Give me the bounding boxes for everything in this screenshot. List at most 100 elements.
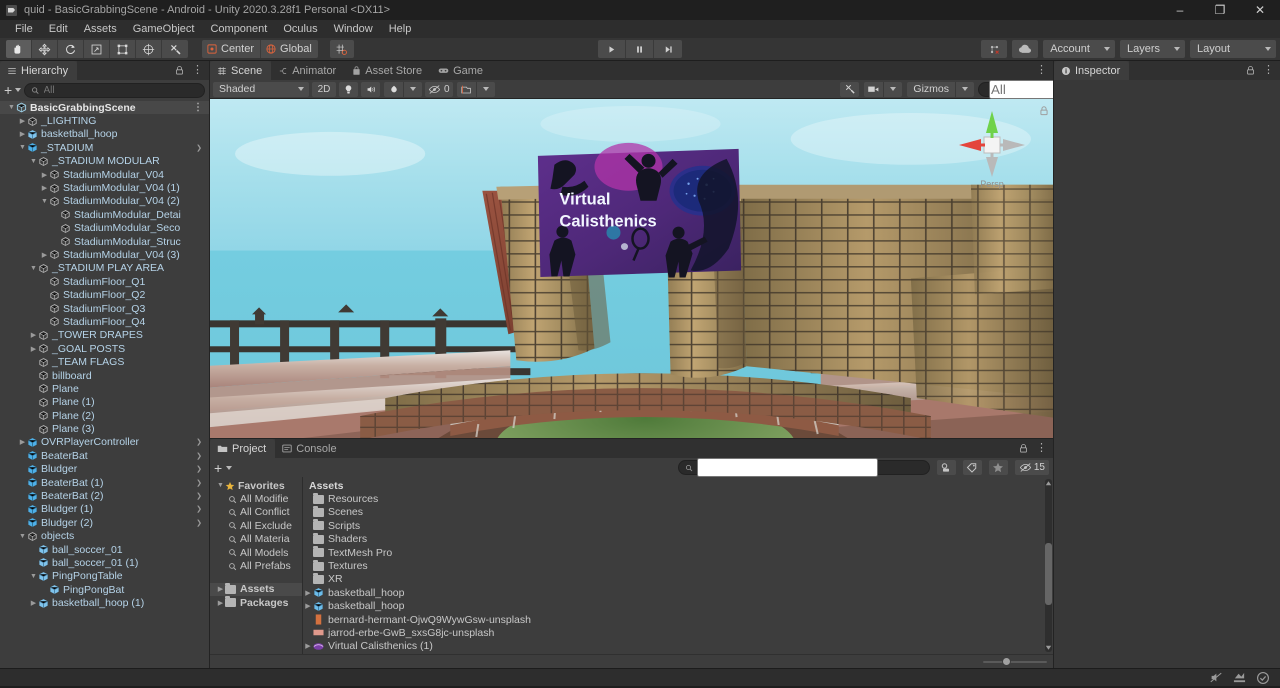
- lock-icon[interactable]: [1018, 443, 1029, 454]
- menu-assets[interactable]: Assets: [76, 20, 125, 38]
- tab-scene[interactable]: Scene: [210, 61, 272, 80]
- scene-lighting-button[interactable]: [339, 81, 358, 97]
- hierarchy-item[interactable]: ▶ _GOAL POSTS: [0, 342, 209, 355]
- asset-row[interactable]: Scenes: [303, 505, 1053, 519]
- scene-orientation-gizmo[interactable]: Persp: [955, 107, 1029, 189]
- hierarchy-expand-arrow[interactable]: ▶: [29, 345, 38, 353]
- asset-row[interactable]: TextMesh Pro: [303, 546, 1053, 559]
- scene-gizmo-lock-icon[interactable]: [1039, 105, 1049, 117]
- cloud-button[interactable]: [1012, 40, 1039, 58]
- favorites-root[interactable]: ▼ Favorites: [210, 479, 302, 492]
- snap-increment-button[interactable]: [329, 40, 354, 58]
- tab-hierarchy[interactable]: Hierarchy: [0, 61, 78, 80]
- close-button[interactable]: ✕: [1240, 0, 1280, 20]
- hierarchy-item[interactable]: ▶ OVRPlayerController ❯: [0, 436, 209, 449]
- hierarchy-item[interactable]: PingPongBat: [0, 583, 209, 596]
- hierarchy-item[interactable]: Plane (1): [0, 396, 209, 409]
- step-button[interactable]: [654, 40, 682, 58]
- project-tree-root[interactable]: ▶ Assets: [210, 582, 302, 597]
- gizmos-button[interactable]: Gizmos: [907, 81, 955, 97]
- tab-game[interactable]: Game: [431, 61, 493, 80]
- project-filter-label-button[interactable]: [962, 460, 982, 475]
- scene-menu-icon[interactable]: ⋮: [1036, 65, 1047, 76]
- hierarchy-expand-arrow[interactable]: ▼: [29, 573, 38, 580]
- asset-expand-arrow[interactable]: ▶: [303, 602, 313, 610]
- hierarchy-item[interactable]: ▶ basketball_hoop: [0, 128, 209, 141]
- tab-console[interactable]: Console: [275, 439, 346, 458]
- asset-row[interactable]: bernard-hermant-OjwQ9WywGsw-unsplash: [303, 613, 1053, 626]
- favorite-item[interactable]: All Conflict: [210, 506, 302, 519]
- favorite-item[interactable]: All Materia: [210, 533, 302, 546]
- asset-expand-arrow[interactable]: ▶: [303, 642, 313, 650]
- hierarchy-expand-arrow[interactable]: ▶: [40, 251, 49, 259]
- scene-visibility-button[interactable]: 0: [425, 81, 453, 97]
- project-create-button[interactable]: +: [214, 461, 222, 475]
- asset-row[interactable]: Shaders: [303, 532, 1053, 546]
- minimize-button[interactable]: –: [1160, 0, 1200, 20]
- chevron-right-icon[interactable]: ❯: [196, 438, 202, 446]
- chevron-right-icon[interactable]: ❯: [196, 465, 202, 473]
- tab-asset-store[interactable]: Asset Store: [345, 61, 432, 80]
- scene-gizmo-camera-button[interactable]: [864, 81, 884, 97]
- scene-tools-button[interactable]: [840, 81, 860, 97]
- asset-row[interactable]: Resources: [303, 492, 1053, 505]
- toggle-2d-button[interactable]: 2D: [312, 81, 336, 97]
- project-root-list[interactable]: ▶ Assets ▶ Packages: [210, 582, 302, 610]
- project-search[interactable]: [677, 458, 930, 477]
- hierarchy-expand-arrow[interactable]: ▶: [40, 184, 49, 192]
- asset-row[interactable]: ▶ basketball_hoop: [303, 600, 1053, 613]
- scene-camera-button[interactable]: [456, 81, 476, 97]
- hierarchy-menu-icon[interactable]: ⋮: [192, 65, 203, 76]
- hierarchy-search[interactable]: [24, 82, 205, 98]
- hierarchy-item[interactable]: ▶ StadiumModular_V04 (3): [0, 248, 209, 261]
- pause-button[interactable]: [626, 40, 654, 58]
- hierarchy-expand-arrow[interactable]: ▶: [29, 599, 38, 607]
- assets-scroll-up-arrow[interactable]: [1044, 479, 1053, 488]
- hierarchy-item[interactable]: StadiumFloor_Q3: [0, 302, 209, 315]
- hierarchy-item[interactable]: StadiumFloor_Q2: [0, 288, 209, 301]
- scene-context-menu-icon[interactable]: ⋮: [193, 103, 203, 113]
- asset-row[interactable]: ▶ Virtual Calisthenics (1): [303, 640, 1053, 653]
- hierarchy-item[interactable]: _TEAM FLAGS: [0, 355, 209, 368]
- maximize-button[interactable]: ❐: [1200, 0, 1240, 20]
- project-favorites-button[interactable]: [988, 460, 1008, 475]
- lock-icon[interactable]: [1245, 65, 1256, 76]
- scale-tool-button[interactable]: [84, 40, 110, 58]
- transform-tool-button[interactable]: [136, 40, 162, 58]
- gizmos-dropdown[interactable]: [955, 81, 974, 97]
- hierarchy-expand-arrow[interactable]: ▼: [29, 265, 38, 272]
- project-search-input[interactable]: [696, 458, 878, 477]
- project-filter-type-button[interactable]: [936, 460, 956, 475]
- scene-search[interactable]: [978, 79, 1170, 99]
- hierarchy-item[interactable]: Plane: [0, 382, 209, 395]
- hierarchy-search-input[interactable]: [43, 84, 198, 96]
- play-button[interactable]: [598, 40, 626, 58]
- tab-project[interactable]: Project: [210, 439, 276, 458]
- expand-arrow[interactable]: ▶: [216, 599, 225, 607]
- hierarchy-item[interactable]: ▼ _STADIUM MODULAR: [0, 155, 209, 168]
- hierarchy-expand-arrow[interactable]: ▶: [29, 331, 38, 339]
- hierarchy-item[interactable]: Plane (3): [0, 422, 209, 435]
- favorite-item[interactable]: All Prefabs: [210, 559, 302, 572]
- chevron-right-icon[interactable]: ❯: [196, 144, 202, 152]
- hierarchy-item[interactable]: Bludger (1) ❯: [0, 503, 209, 516]
- hierarchy-item[interactable]: ▶ _TOWER DRAPES: [0, 329, 209, 342]
- favorite-item[interactable]: All Modifie: [210, 492, 302, 505]
- scene-fx-button[interactable]: [384, 81, 403, 97]
- hierarchy-expand-arrow[interactable]: ▼: [18, 533, 27, 540]
- hierarchy-expand-arrow[interactable]: ▼: [29, 158, 38, 165]
- layout-dropdown[interactable]: Layout: [1190, 40, 1276, 58]
- assets-list[interactable]: Resources Scenes Scripts Shaders TextMesh Pr…: [303, 492, 1053, 653]
- hierarchy-item[interactable]: Bludger (2) ❯: [0, 516, 209, 529]
- menu-file[interactable]: File: [7, 20, 41, 38]
- hierarchy-expand-arrow[interactable]: ▼: [18, 144, 27, 151]
- scene-fx-dropdown[interactable]: [403, 81, 422, 97]
- custom-editor-tool-button[interactable]: [162, 40, 188, 58]
- hierarchy-item[interactable]: BeaterBat (1) ❯: [0, 476, 209, 489]
- hierarchy-expand-arrow[interactable]: ▶: [18, 130, 27, 138]
- project-zoom-slider[interactable]: [983, 656, 1047, 667]
- tab-animator[interactable]: Animator: [271, 61, 346, 80]
- menu-gameobject[interactable]: GameObject: [125, 20, 203, 38]
- ready-check-icon[interactable]: [1256, 671, 1270, 685]
- hierarchy-item[interactable]: ball_soccer_01 (1): [0, 556, 209, 569]
